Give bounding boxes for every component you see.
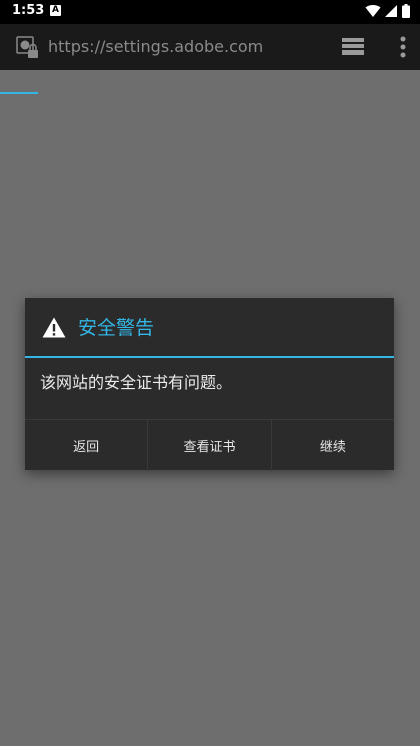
status-bar: 1:53 A [0, 0, 420, 24]
url-text[interactable]: https://settings.adobe.com [48, 37, 263, 56]
notification-a-icon: A [50, 5, 61, 16]
wifi-icon [365, 5, 381, 18]
dialog-message: 该网站的安全证书有问题。 [40, 373, 233, 392]
battery-icon [402, 4, 410, 18]
dialog-divider [25, 356, 394, 358]
site-security-icon[interactable] [16, 36, 40, 60]
page-load-progress [0, 92, 38, 94]
security-warning-dialog: 安全警告 该网站的安全证书有问题。 返回 查看证书 继续 [25, 298, 394, 471]
status-time: 1:53 [12, 3, 45, 18]
browser-url-bar: https://settings.adobe.com [0, 24, 420, 94]
cell-signal-icon [385, 5, 397, 17]
view-certificate-button[interactable]: 查看证书 [147, 420, 270, 471]
status-icons [361, 4, 410, 20]
dialog-header: 安全警告 [25, 298, 394, 356]
tabs-icon[interactable] [342, 38, 364, 56]
back-button[interactable]: 返回 [25, 420, 147, 471]
overflow-menu-icon[interactable] [400, 36, 406, 58]
dialog-title: 安全警告 [78, 317, 155, 339]
warning-icon [42, 317, 66, 338]
continue-button[interactable]: 继续 [270, 420, 394, 471]
dialog-button-row: 返回 查看证书 继续 [25, 419, 394, 471]
